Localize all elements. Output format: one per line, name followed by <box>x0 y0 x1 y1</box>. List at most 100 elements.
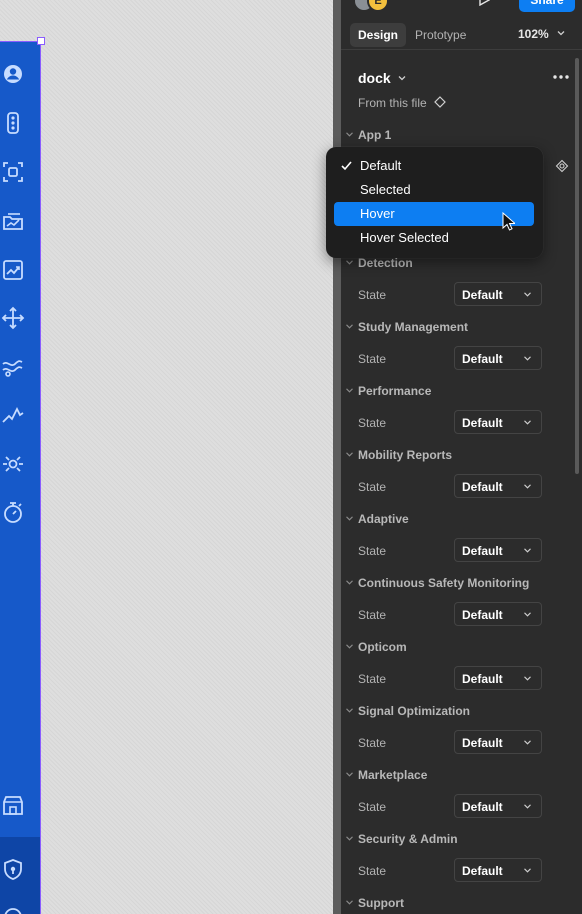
state-label: State <box>358 672 387 686</box>
state-label: State <box>358 608 387 622</box>
checkmark-icon <box>341 161 352 171</box>
state-label: State <box>358 480 387 494</box>
state-select[interactable]: Default <box>454 602 542 626</box>
state-select[interactable]: Default <box>454 730 542 754</box>
state-value: Default <box>462 672 503 686</box>
chevron-down-icon[interactable] <box>346 836 353 841</box>
chevron-down-icon <box>524 804 531 809</box>
chevron-down-icon <box>524 740 531 745</box>
optimization-icon[interactable] <box>0 500 26 526</box>
chevron-down-icon <box>524 484 531 489</box>
chevron-down-icon[interactable] <box>346 452 353 457</box>
panel-scrollbar[interactable] <box>575 58 579 474</box>
avatar[interactable]: E <box>367 0 389 12</box>
mouse-cursor-icon <box>502 212 515 231</box>
menu-item-label: Selected <box>360 182 411 197</box>
traffic-light-icon[interactable] <box>0 110 26 136</box>
chevron-down-icon <box>524 420 531 425</box>
property-group-name: Marketplace <box>358 768 428 782</box>
chevron-down-icon[interactable] <box>346 580 353 585</box>
chart-icon[interactable] <box>0 257 26 283</box>
adaptive-icon[interactable] <box>0 354 26 380</box>
menu-item-label: Default <box>360 158 402 173</box>
chevron-down-icon[interactable] <box>346 772 353 777</box>
property-group-name: App 1 <box>358 128 392 142</box>
move-icon[interactable] <box>0 305 26 331</box>
swap-instance-icon[interactable] <box>555 159 569 173</box>
chevron-down-icon <box>524 292 531 297</box>
chevron-down-icon <box>524 676 531 681</box>
chevron-down-icon[interactable] <box>346 644 353 649</box>
chevron-down-icon <box>524 612 531 617</box>
property-group-name: Mobility Reports <box>358 448 453 462</box>
chevron-down-icon[interactable] <box>557 29 565 37</box>
component-name[interactable]: dock <box>358 70 391 86</box>
state-select[interactable]: Default <box>454 410 542 434</box>
tab-prototype[interactable]: Prototype <box>407 23 474 47</box>
property-group-name: Detection <box>358 256 413 270</box>
selection-handle[interactable] <box>37 37 45 45</box>
play-icon[interactable] <box>478 0 490 6</box>
support-icon[interactable] <box>0 904 26 914</box>
study-icon[interactable] <box>0 208 26 234</box>
more-options-icon[interactable] <box>552 70 570 84</box>
state-value: Default <box>462 608 503 622</box>
state-value: Default <box>462 416 503 430</box>
state-select[interactable]: Default <box>454 538 542 562</box>
state-value: Default <box>462 544 503 558</box>
state-dropdown-menu: Default Selected Hover Hover Selected <box>326 147 543 258</box>
state-value: Default <box>462 480 503 494</box>
state-select[interactable]: Default <box>454 794 542 818</box>
chevron-down-icon <box>524 548 531 553</box>
chevron-down-icon[interactable] <box>398 75 406 81</box>
chevron-down-icon[interactable] <box>346 708 353 713</box>
state-select[interactable]: Default <box>454 346 542 370</box>
state-label: State <box>358 736 387 750</box>
properties-panel: E Share Design Prototype 102% dock From … <box>341 0 582 914</box>
chevron-down-icon <box>524 868 531 873</box>
component-diamond-icon[interactable] <box>434 96 446 108</box>
user-icon[interactable] <box>0 61 26 87</box>
state-label: State <box>358 352 387 366</box>
chevron-down-icon[interactable] <box>346 900 353 905</box>
property-group-name: Support <box>358 896 404 910</box>
property-group-name: Continuous Safety Monitoring <box>358 576 530 590</box>
property-group-name: Security & Admin <box>358 832 458 846</box>
state-value: Default <box>462 288 503 302</box>
signal-icon[interactable] <box>0 451 26 477</box>
design-canvas[interactable] <box>0 0 333 914</box>
chevron-down-icon[interactable] <box>346 260 353 265</box>
property-group-name: Performance <box>358 384 432 398</box>
safety-icon[interactable] <box>0 402 26 428</box>
chevron-down-icon <box>524 356 531 361</box>
state-label: State <box>358 800 387 814</box>
menu-item-selected[interactable]: Selected <box>334 178 534 202</box>
state-value: Default <box>462 800 503 814</box>
state-label: State <box>358 544 387 558</box>
chevron-down-icon[interactable] <box>346 388 353 393</box>
state-label: State <box>358 288 387 302</box>
component-source: From this file <box>358 96 427 110</box>
menu-item-label: Hover Selected <box>360 230 449 245</box>
marketplace-icon[interactable] <box>0 792 26 818</box>
detection-icon[interactable] <box>0 159 26 185</box>
property-group-name: Adaptive <box>358 512 409 526</box>
tab-design[interactable]: Design <box>350 23 407 47</box>
state-value: Default <box>462 736 503 750</box>
chevron-down-icon[interactable] <box>346 132 353 137</box>
property-group-name: Signal Optimization <box>358 704 471 718</box>
menu-item-default[interactable]: Default <box>334 154 534 178</box>
security-icon[interactable] <box>0 857 26 883</box>
property-group-name: Opticom <box>358 640 407 654</box>
share-button[interactable]: Share <box>519 0 575 12</box>
state-select[interactable]: Default <box>454 282 542 306</box>
state-select[interactable]: Default <box>454 858 542 882</box>
zoom-level[interactable]: 102% <box>518 27 549 41</box>
chevron-down-icon[interactable] <box>346 516 353 521</box>
canvas-panel-divider <box>333 0 341 914</box>
chevron-down-icon[interactable] <box>346 324 353 329</box>
state-select[interactable]: Default <box>454 474 542 498</box>
menu-item-label: Hover <box>360 206 395 221</box>
state-select[interactable]: Default <box>454 666 542 690</box>
state-label: State <box>358 416 387 430</box>
